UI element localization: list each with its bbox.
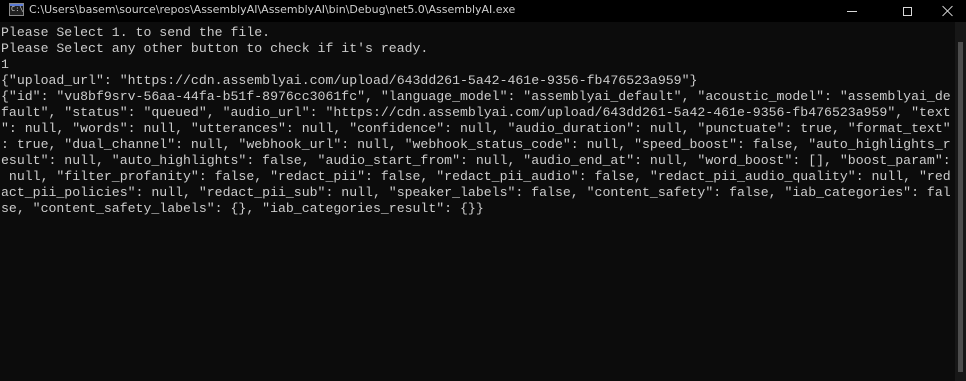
window-title: C:\Users\basem\source\repos\AssemblyAI\A… (29, 3, 516, 16)
console-line: {"upload_url": "https://cdn.assemblyai.c… (1, 73, 698, 88)
maximize-button[interactable] (884, 0, 930, 22)
scrollbar-thumb[interactable] (958, 42, 963, 372)
console-line: null, "filter_profanity": false, "redact… (1, 169, 951, 184)
console-line: Please Select any other button to check … (1, 41, 429, 56)
console-line: se, "content_safety_labels": {}, "iab_ca… (1, 201, 484, 216)
close-icon (942, 5, 954, 17)
vertical-scrollbar[interactable] (955, 22, 966, 381)
console-line: 1 (1, 57, 9, 72)
console-line: fault", "status": "queued", "audio_url":… (1, 105, 951, 120)
console-window: C:\ C:\Users\basem\source\repos\Assembly… (0, 0, 966, 381)
minimize-icon (847, 10, 857, 12)
minimize-button[interactable] (829, 0, 875, 22)
console-line: : true, "dual_channel": null, "webhook_u… (1, 137, 951, 152)
console-output[interactable]: Please Select 1. to send the file. Pleas… (0, 24, 955, 381)
console-app-icon[interactable]: C:\ (9, 3, 24, 16)
title-bar[interactable]: C:\ C:\Users\basem\source\repos\Assembly… (0, 0, 966, 22)
console-line: esult": null, "auto_highlights": false, … (1, 153, 951, 168)
console-line: Please Select 1. to send the file. (1, 25, 271, 40)
console-line: ": null, "words": null, "utterances": nu… (1, 121, 951, 136)
close-button[interactable] (925, 0, 966, 22)
maximize-icon (902, 6, 912, 16)
console-line: act_pii_policies": null, "redact_pii_sub… (1, 185, 951, 200)
console-line: {"id": "vu8bf9srv-56aa-44fa-b51f-8976cc3… (1, 89, 951, 104)
